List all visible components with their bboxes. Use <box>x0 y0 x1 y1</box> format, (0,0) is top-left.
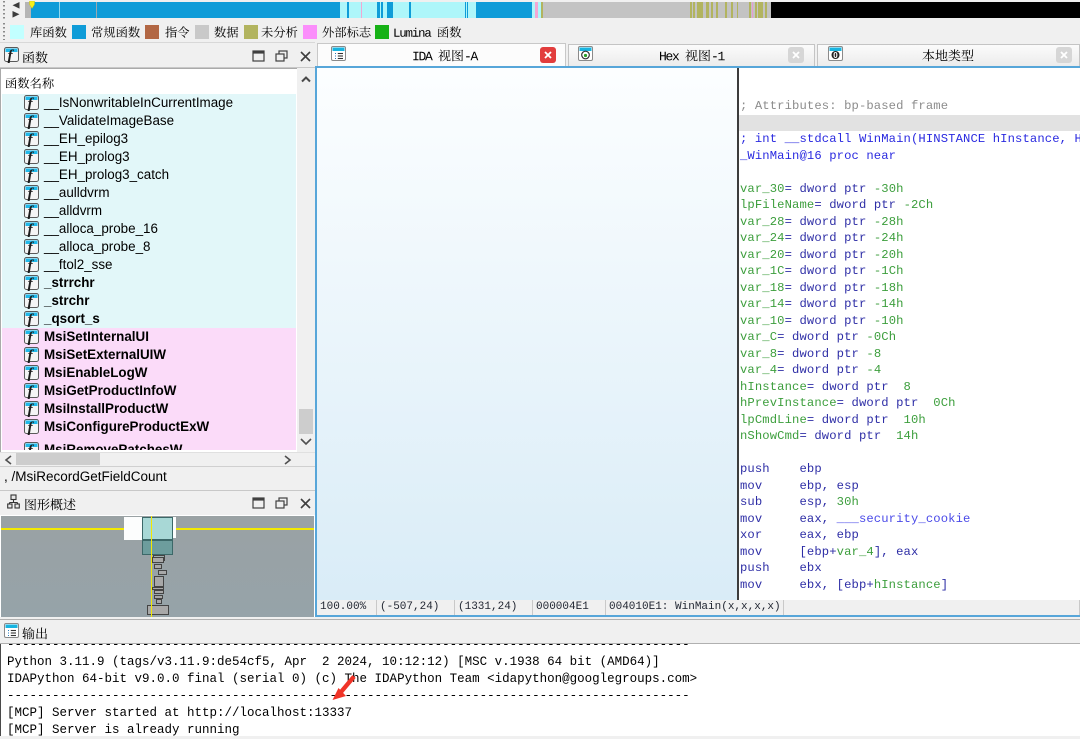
svg-text:0: 0 <box>833 51 838 60</box>
